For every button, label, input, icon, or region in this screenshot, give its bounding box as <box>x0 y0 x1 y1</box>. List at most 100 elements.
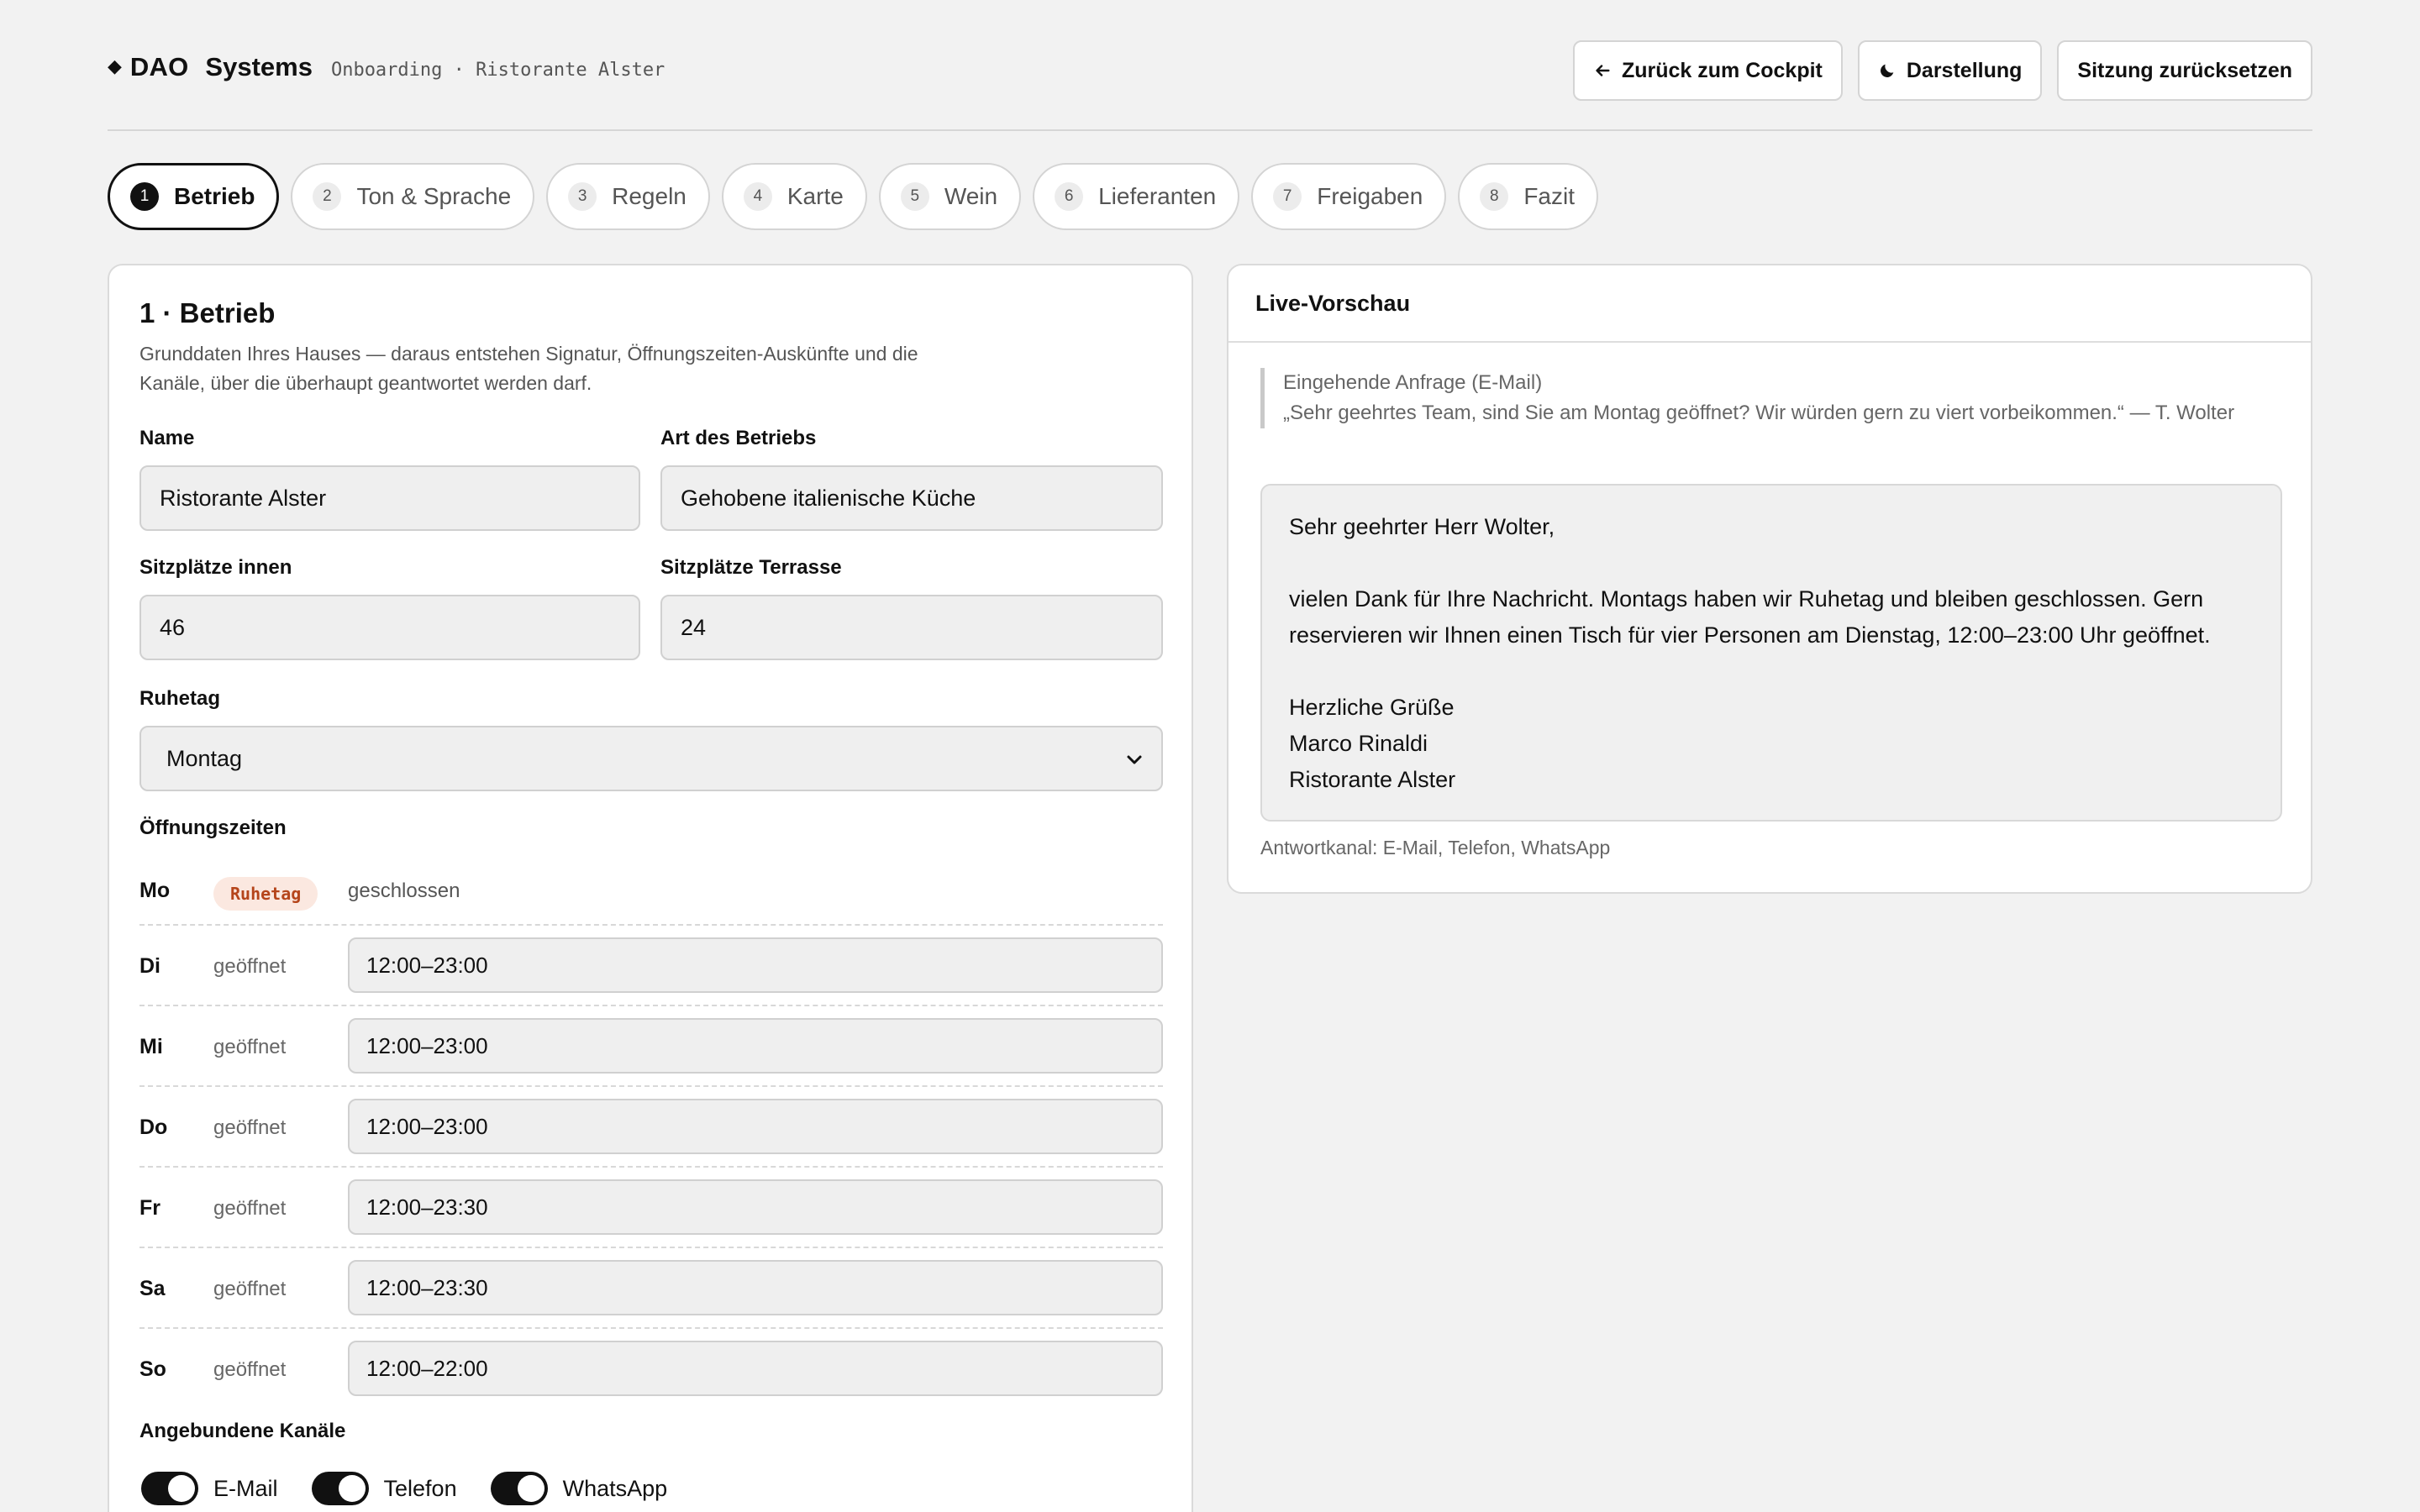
day-label: Mi <box>139 1035 163 1058</box>
diamond-icon: ◆ <box>108 55 122 76</box>
hours-row-di: Di geöffnet 12:00–23:00 <box>139 926 1163 1006</box>
reply-signature-name: Marco Rinaldi <box>1289 731 1428 756</box>
hours-row-do: Do geöffnet 12:00–23:00 <box>139 1087 1163 1168</box>
channel-phone[interactable]: Telefon <box>311 1472 457 1505</box>
reply-preview: Sehr geehrter Herr Wolter, vielen Dank f… <box>1260 484 2282 822</box>
toggle-label: WhatsApp <box>562 1475 668 1501</box>
tab-wein[interactable]: 5 Wein <box>878 163 1022 230</box>
toggle-label: E-Mail <box>213 1475 278 1501</box>
brand-name-secondary: Systems <box>205 52 313 81</box>
step-label: Lieferanten <box>1098 183 1217 209</box>
channel-whatsapp[interactable]: WhatsApp <box>490 1472 668 1505</box>
hours-input-do[interactable]: 12:00–23:00 <box>348 1099 1163 1154</box>
step-label: Ton & Sprache <box>356 183 512 209</box>
closed-status: geschlossen <box>348 879 460 902</box>
live-preview-panel: Live-Vorschau Eingehende Anfrage (E-Mail… <box>1227 264 2312 894</box>
section-title: 1 · Betrieb <box>139 297 276 328</box>
hours-row-sa: Sa geöffnet 12:00–23:30 <box>139 1248 1163 1329</box>
back-to-cockpit-label: Zurück zum Cockpit <box>1621 58 1823 82</box>
appearance-button[interactable]: Darstellung <box>1857 40 2043 101</box>
open-status: geöffnet <box>213 955 287 978</box>
back-to-cockpit-button[interactable]: Zurück zum Cockpit <box>1572 40 1843 101</box>
tab-fazit[interactable]: 8 Fazit <box>1458 163 1598 230</box>
reply-closing: Herzliche Grüße <box>1289 695 1455 720</box>
whatsapp-toggle[interactable] <box>490 1472 548 1505</box>
incoming-inquiry: Eingehende Anfrage (E-Mail) „Sehr geehrt… <box>1260 368 2286 428</box>
step-number: 6 <box>1055 182 1084 211</box>
step-label: Regeln <box>612 183 687 209</box>
rest-day-label: Ruhetag <box>139 687 220 710</box>
tab-karte[interactable]: 4 Karte <box>721 163 867 230</box>
toggle-label: Telefon <box>383 1475 457 1501</box>
email-toggle[interactable] <box>141 1472 198 1505</box>
tab-freigaben[interactable]: 7 Freigaben <box>1251 163 1447 230</box>
tab-betrieb[interactable]: 1 Betrieb <box>108 163 280 230</box>
hours-row-mi: Mi geöffnet 12:00–23:00 <box>139 1006 1163 1087</box>
opening-hours-label: Öffnungszeiten <box>139 816 287 839</box>
seats-indoor-label: Sitzplätze innen <box>139 556 292 579</box>
step-number: 2 <box>313 182 342 211</box>
inquiry-title: Eingehende Anfrage (E-Mail) <box>1283 371 1543 394</box>
hours-input-so[interactable]: 12:00–22:00 <box>348 1341 1163 1396</box>
rest-day-value: Montag <box>166 745 243 771</box>
open-status: geöffnet <box>213 1036 287 1058</box>
reset-session-button[interactable]: Sitzung zurücksetzen <box>2057 40 2312 101</box>
day-label: Sa <box>139 1277 166 1300</box>
step-label: Freigaben <box>1317 183 1423 209</box>
tab-ton-sprache[interactable]: 2 Ton & Sprache <box>291 163 535 230</box>
reset-session-label: Sitzung zurücksetzen <box>2077 58 2292 82</box>
arrow-left-icon <box>1596 65 1610 76</box>
day-label: So <box>139 1357 166 1381</box>
hours-input-di[interactable]: 12:00–23:00 <box>348 937 1163 993</box>
seats-terrace-label: Sitzplätze Terrasse <box>660 556 842 579</box>
open-status: geöffnet <box>213 1358 287 1381</box>
step-tabs: 1 Betrieb 2 Ton & Sprache 3 Regeln 4 Kar… <box>108 163 1598 230</box>
business-form-panel: 1 · Betrieb Grunddaten Ihres Hauses — da… <box>108 264 1193 1512</box>
step-label: Fazit <box>1523 183 1575 209</box>
phone-toggle[interactable] <box>311 1472 369 1505</box>
seats-indoor-field[interactable]: 46 <box>139 595 640 660</box>
open-status: geöffnet <box>213 1278 287 1300</box>
step-number: 3 <box>568 182 597 211</box>
step-number: 8 <box>1480 182 1509 211</box>
inquiry-text: „Sehr geehrtes Team, sind Sie am Montag … <box>1283 402 2235 424</box>
hours-input-sa[interactable]: 12:00–23:30 <box>348 1260 1163 1315</box>
reply-channels-note: Antwortkanal: E-Mail, Telefon, WhatsApp <box>1260 837 1611 858</box>
chevron-down-icon <box>1127 755 1142 764</box>
business-type-field[interactable]: Gehobene italienische Küche <box>660 465 1163 531</box>
hours-input-fr[interactable]: 12:00–23:30 <box>348 1179 1163 1235</box>
reply-greeting: Sehr geehrter Herr Wolter, <box>1289 514 1555 539</box>
step-number: 4 <box>743 182 772 211</box>
app-header: ◆ DAO Systems Onboarding · Ristorante Al… <box>108 40 2312 131</box>
rest-day-select[interactable]: Montag <box>139 726 1163 791</box>
hours-input-mi[interactable]: 12:00–23:00 <box>348 1018 1163 1074</box>
step-number: 7 <box>1273 182 1302 211</box>
name-field[interactable]: Ristorante Alster <box>139 465 640 531</box>
step-number: 1 <box>130 182 159 211</box>
hours-row-so: So geöffnet 12:00–22:00 <box>139 1329 1163 1410</box>
header-actions: Zurück zum Cockpit Darstellung Sitzung z… <box>1572 40 2312 101</box>
channel-email[interactable]: E-Mail <box>141 1472 278 1505</box>
day-label: Fr <box>139 1196 160 1220</box>
moon-icon <box>1880 64 1894 77</box>
channel-toggles: E-Mail Telefon WhatsApp <box>141 1472 667 1505</box>
name-label: Name <box>139 427 195 449</box>
brand-subtitle: Onboarding · Ristorante Alster <box>330 60 666 81</box>
day-label: Do <box>139 1116 168 1139</box>
preview-title: Live-Vorschau <box>1228 265 2311 343</box>
day-label: Mo <box>139 879 171 902</box>
channels-label: Angebundene Kanäle <box>139 1420 346 1442</box>
business-type-label: Art des Betriebs <box>660 427 817 449</box>
seats-terrace-field[interactable]: 24 <box>660 595 1163 660</box>
hours-row-fr: Fr geöffnet 12:00–23:30 <box>139 1168 1163 1248</box>
appearance-label: Darstellung <box>1906 58 2023 82</box>
open-status: geöffnet <box>213 1116 287 1139</box>
open-status: geöffnet <box>213 1197 287 1220</box>
step-label: Karte <box>786 183 844 209</box>
tab-regeln[interactable]: 3 Regeln <box>546 163 710 230</box>
brand: ◆ DAO Systems Onboarding · Ristorante Al… <box>108 52 665 82</box>
step-number: 5 <box>900 182 929 211</box>
tab-lieferanten[interactable]: 6 Lieferanten <box>1033 163 1240 230</box>
step-label: Wein <box>944 183 998 209</box>
step-label: Betrieb <box>174 183 255 209</box>
